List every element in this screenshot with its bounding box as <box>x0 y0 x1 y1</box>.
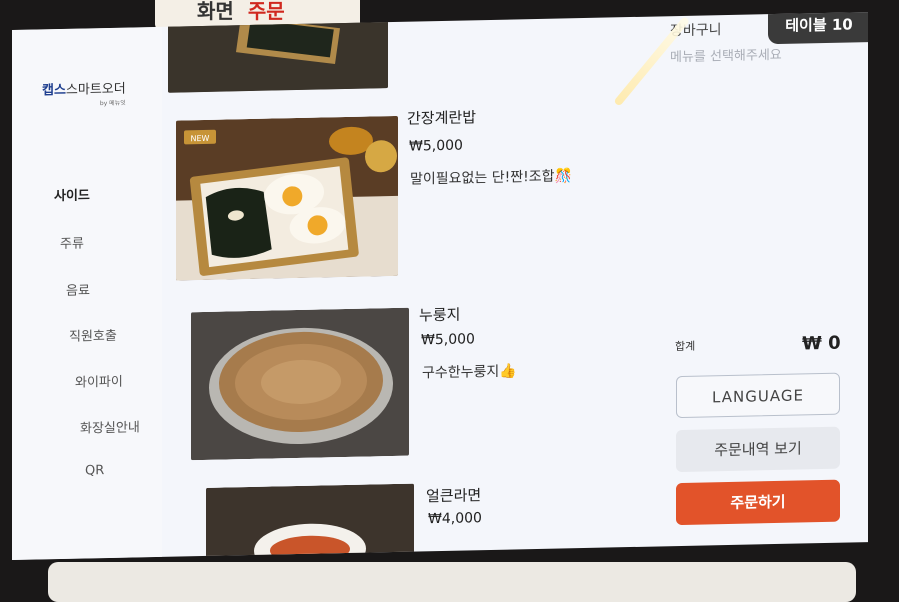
ramen-image <box>206 483 414 561</box>
kiosk-screen: 캡스스마트오더 by 메뉴잇 사이드 주류 음료 직원호출 와이파이 화장실안내… <box>12 12 868 561</box>
total-value: ₩ 0 <box>802 332 841 355</box>
menu-item-price-3: ₩4,000 <box>428 510 482 528</box>
order-history-button[interactable]: 주문내역 보기 <box>676 426 840 473</box>
menu-item-name-2[interactable]: 누룽지 <box>419 304 460 326</box>
table-number-badge: 테이블 10 <box>768 12 868 45</box>
bottom-bezel-label <box>48 562 856 602</box>
language-button[interactable]: LANGUAGE <box>676 372 840 419</box>
category-alcohol[interactable]: 주류 <box>60 232 84 252</box>
new-badge: NEW <box>191 134 210 143</box>
brand-name-rest: 스마트오더 <box>65 81 126 98</box>
place-order-button[interactable]: 주문하기 <box>676 479 840 526</box>
brand-logo: 캡스스마트오더 by 메뉴잇 <box>42 78 126 109</box>
egg-rice-image: NEW <box>176 115 398 281</box>
brand-name-bold: 캡스 <box>42 82 66 99</box>
category-restroom[interactable]: 화장실안내 <box>80 416 140 436</box>
nurungji-image <box>191 307 409 461</box>
menu-item-image-1[interactable]: NEW <box>176 115 398 281</box>
sticker-text-left: 화면 <box>197 0 234 23</box>
menu-item-image-3[interactable] <box>206 483 414 561</box>
category-qr[interactable]: QR <box>85 463 104 478</box>
category-staff-call[interactable]: 직원호출 <box>69 325 117 345</box>
menu-item-name-3[interactable]: 얼큰라면 <box>426 484 481 506</box>
brand-sub: by 메뉴잇 <box>99 99 126 108</box>
menu-item-name-1[interactable]: 간장계란밥 <box>407 106 476 128</box>
menu-item-price-1: ₩5,000 <box>409 137 463 155</box>
menu-item-price-2: ₩5,000 <box>421 331 475 349</box>
category-drinks[interactable]: 음료 <box>66 279 90 299</box>
category-side[interactable]: 사이드 <box>54 184 90 204</box>
category-wifi[interactable]: 와이파이 <box>75 371 123 391</box>
total-label: 합계 <box>675 339 696 354</box>
cart-empty-message: 메뉴를 선택해주세요 <box>670 47 782 66</box>
sidebar: 캡스스마트오더 by 메뉴잇 사이드 주류 음료 직원호출 와이파이 화장실안내… <box>12 26 162 560</box>
menu-item-image-2[interactable] <box>191 307 409 461</box>
sticker-text-right: 주문 <box>247 0 285 23</box>
menu-item-desc-1: 말이필요없는 단!짠!조합🎊 <box>410 168 572 188</box>
menu-item-desc-2: 구수한누룽지👍 <box>422 363 517 382</box>
